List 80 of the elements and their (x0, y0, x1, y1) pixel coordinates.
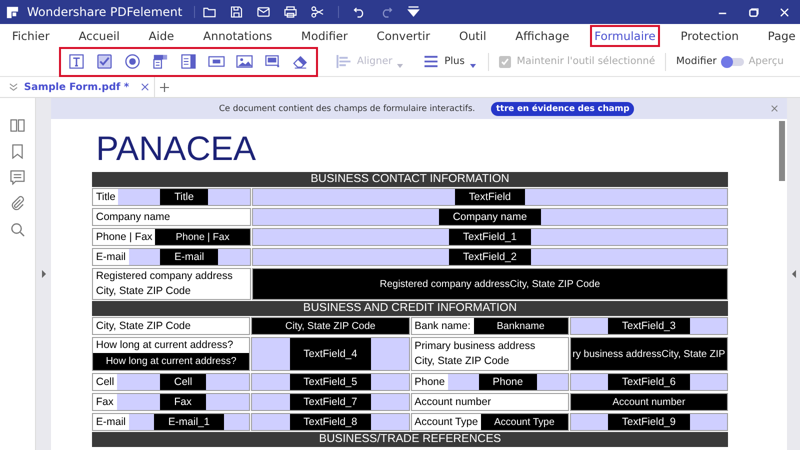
document-tab[interactable]: Sample Form.pdf * (24, 77, 155, 97)
menu-tab[interactable]: Fichier (8, 24, 54, 46)
form-field[interactable]: ry business addressCity, State ZIP (570, 337, 728, 371)
dropdown-icon[interactable] (407, 6, 420, 18)
folder-icon[interactable] (203, 6, 216, 18)
restore-icon[interactable] (748, 6, 759, 18)
align-left-icon (336, 55, 352, 68)
redo-icon[interactable] (380, 6, 394, 18)
form-field[interactable]: TextField_9 (570, 413, 728, 431)
caret-icon (470, 64, 476, 68)
form-field[interactable]: TextField_5 (251, 373, 410, 391)
label-cell: Company name (92, 208, 251, 226)
close-tab-icon[interactable] (141, 83, 149, 91)
add-tab-icon[interactable] (160, 82, 169, 92)
expand-arrow-icon[interactable] (42, 270, 46, 278)
menu-tab[interactable]: Annotations (199, 24, 276, 46)
label-cell: Registered company address City, State ZIP Code (92, 268, 251, 300)
menu-tab[interactable]: Aide (144, 24, 178, 46)
section-header: BUSINESS AND CREDIT INFORMATION (92, 301, 728, 316)
menu-tab[interactable]: Modifier (297, 24, 352, 46)
combo-box-icon[interactable] (152, 53, 169, 70)
label-cell: City, State ZIP Code (92, 317, 250, 335)
bookmark-icon[interactable] (10, 144, 25, 159)
label-cell: Account number (410, 393, 569, 411)
section-header: BUSINESS CONTACT INFORMATION (92, 172, 728, 187)
preview-mode-label: Aperçu (748, 56, 784, 67)
notification-message: Ce document contient des champs de formulaire interactifs. (219, 104, 476, 114)
menu-tab[interactable]: Affichage (511, 24, 574, 46)
print-icon[interactable] (284, 6, 298, 18)
mail-icon[interactable] (257, 6, 270, 18)
text-field-icon[interactable] (68, 53, 85, 70)
form-field[interactable]: City, State ZIP Code (251, 317, 410, 335)
comment-icon[interactable] (10, 170, 25, 185)
form-field[interactable]: Company name (252, 208, 728, 226)
form-field[interactable]: TextField_1 (252, 228, 728, 246)
document-heading: PANACEA (96, 131, 257, 167)
menu-tab[interactable]: Formulaire (590, 24, 660, 46)
form-field[interactable]: TextField_2 (252, 248, 728, 266)
form-field[interactable]: Registered company addressCity, State ZIP Code (252, 268, 728, 300)
menu-tab[interactable]: Page (764, 24, 800, 46)
form-field[interactable]: Account number (570, 393, 728, 411)
highlight-fields-button[interactable]: ttre en évidence des champ (491, 102, 634, 116)
menu-tab[interactable]: Convertir (372, 24, 434, 46)
save-icon[interactable] (230, 6, 244, 18)
edit-mode-label: Modifier (676, 56, 717, 67)
form-field[interactable]: TextField_3 (570, 317, 728, 335)
checkbox-icon[interactable] (96, 53, 113, 70)
form-field[interactable]: TextField_7 (251, 393, 410, 411)
pages-icon[interactable] (10, 118, 25, 133)
scrollbar-thumb[interactable] (779, 121, 785, 181)
form-field[interactable]: TextField_8 (251, 413, 410, 431)
form-field[interactable]: TextField (252, 188, 728, 206)
paperclip-icon[interactable] (10, 196, 25, 211)
button-field-icon[interactable] (208, 53, 225, 70)
menu-tab[interactable]: Accueil (74, 24, 124, 46)
field-label: How long at current address? (95, 338, 234, 353)
collapse-icon[interactable] (9, 82, 18, 92)
form-field[interactable]: TextField_4 (251, 337, 410, 371)
label-cell: Primary business address City, State ZIP Code (410, 337, 569, 371)
menu-icon (423, 55, 440, 68)
mode-toggle[interactable] (722, 58, 744, 66)
eraser-icon[interactable] (292, 53, 309, 70)
signature-field-icon[interactable] (264, 53, 281, 70)
form-field[interactable]: TextField_6 (570, 373, 728, 391)
scissors-icon[interactable] (311, 6, 324, 18)
image-icon[interactable] (236, 53, 253, 70)
form-field[interactable]: How long at current address? (93, 353, 250, 370)
expand-arrow-icon[interactable] (792, 270, 796, 278)
checkmark-icon (500, 56, 510, 66)
search-icon[interactable] (10, 222, 25, 237)
more-button[interactable]: Plus (421, 53, 478, 70)
menu-tab[interactable]: Protection (676, 24, 743, 46)
list-box-icon[interactable] (180, 53, 197, 70)
app-logo-icon (6, 6, 19, 18)
section-header: BUSINESS/TRADE REFERENCES (92, 432, 728, 447)
window-title: Wondershare PDFelement (27, 5, 182, 19)
menu-tab[interactable]: Outil (455, 24, 490, 46)
tab-title: Sample Form.pdf * (24, 82, 130, 92)
radio-button-icon[interactable] (124, 53, 141, 70)
caret-icon (397, 64, 404, 68)
